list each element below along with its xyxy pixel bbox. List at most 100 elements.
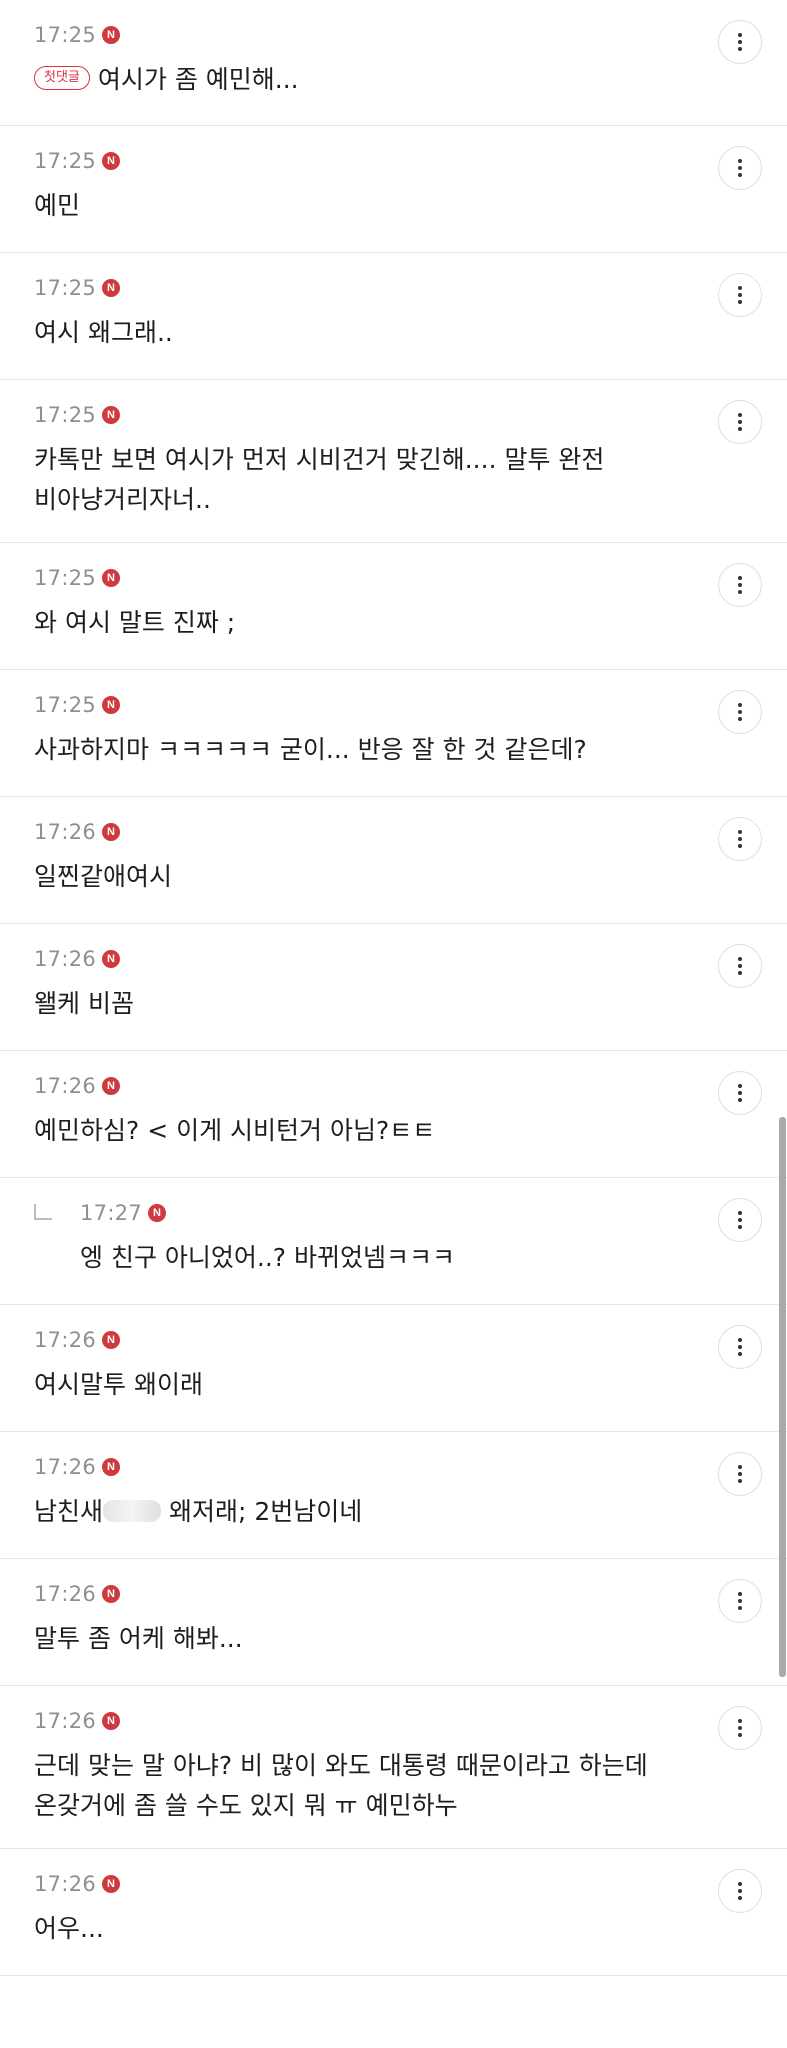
comment-body: 여시말투 왜이래 [34,1365,677,1405]
first-comment-badge: 첫댓글 [34,66,90,90]
more-vertical-icon [738,1083,742,1104]
comment-item: 17:25 N 와 여시 말트 진짜 ; [0,543,787,670]
new-badge-icon: N [102,1458,121,1476]
comment-meta: 17:25 N [34,146,677,176]
comment-meta: 17:25 N [34,400,677,430]
comment-meta: 17:25 N [34,563,677,593]
comment-body: 일찐같애여시 [34,857,677,897]
comment-time: 17:26 [34,1709,97,1733]
comment-text: 왜저래; 2번남이네 [161,1497,363,1526]
comment-item: 17:25 N 첫댓글 여시가 좀 예민해... [0,0,787,126]
comment-text: 사과하지마 ㅋㅋㅋㅋㅋ 굳이... 반응 잘 한 것 같은데? [34,735,587,764]
comment-time: 17:25 [34,566,97,590]
comment-item: 17:26 N 여시말투 왜이래 [0,1305,787,1432]
comment-body: 첫댓글 여시가 좀 예민해... [34,60,677,100]
comment-item: 17:26 N 예민하심? < 이게 시비턴거 아님?ㅌㅌ [0,1051,787,1178]
comment-body: 근데 맞는 말 아냐? 비 많이 와도 대통령 때문이라고 하는데 온갖거에 좀… [34,1746,677,1826]
new-badge-icon: N [102,152,121,170]
comment-body: 카톡만 보면 여시가 먼저 시비건거 맞긴해.... 말투 완전 비아냥거리자너… [34,440,677,520]
comment-meta: 17:26 N [34,1579,677,1609]
more-vertical-icon [738,1210,742,1231]
new-badge-icon: N [102,279,121,297]
new-badge-icon: N [102,1585,121,1603]
comment-meta: 17:27 N [80,1198,677,1228]
more-vertical-icon [738,412,742,433]
more-options-button[interactable] [718,563,762,607]
reply-comment-item: 17:27 N 엥 친구 아니었어..? 바뀌었넴ㅋㅋㅋ [0,1178,787,1305]
more-options-button[interactable] [718,20,762,64]
more-options-button[interactable] [718,817,762,861]
comment-text: 여시 왜그래.. [34,318,173,347]
comment-meta: 17:26 N [34,817,677,847]
comment-item: 17:26 N 어우... [0,1849,787,1976]
comment-item: 17:25 N 카톡만 보면 여시가 먼저 시비건거 맞긴해.... 말투 완전 비… [0,380,787,543]
new-badge-icon: N [102,26,121,44]
more-options-button[interactable] [718,1452,762,1496]
comment-meta: 17:26 N [34,1452,677,1482]
comment-item: 17:25 N 사과하지마 ㅋㅋㅋㅋㅋ 굳이... 반응 잘 한 것 같은데? [0,670,787,797]
comment-text: 말투 좀 어케 해봐... [34,1624,243,1653]
comment-body: 사과하지마 ㅋㅋㅋㅋㅋ 굳이... 반응 잘 한 것 같은데? [34,730,677,770]
more-vertical-icon [738,1337,742,1358]
more-options-button[interactable] [718,944,762,988]
more-vertical-icon [738,1591,742,1612]
comment-meta: 17:26 N [34,1071,677,1101]
new-badge-icon: N [102,823,121,841]
scrollbar[interactable] [779,1117,786,1677]
more-options-button[interactable] [718,1325,762,1369]
comment-time: 17:26 [34,820,97,844]
comment-body: 와 여시 말트 진짜 ; [34,603,677,643]
new-badge-icon: N [102,569,121,587]
comment-text: 와 여시 말트 진짜 ; [34,608,236,637]
more-options-button[interactable] [718,273,762,317]
comment-body: 왤케 비꼼 [34,984,677,1024]
comment-text: 엥 친구 아니었어..? 바뀌었넴ㅋㅋㅋ [80,1243,456,1272]
more-options-button[interactable] [718,400,762,444]
comment-time: 17:26 [34,1582,97,1606]
comment-time: 17:26 [34,1455,97,1479]
comment-time: 17:26 [34,1074,97,1098]
more-vertical-icon [738,158,742,179]
comment-text: 여시말투 왜이래 [34,1370,203,1399]
more-vertical-icon [738,32,742,53]
comment-meta: 17:25 N [34,690,677,720]
comment-time: 17:26 [34,1872,97,1896]
comment-time: 17:25 [34,693,97,717]
comment-body: 예민 [34,186,677,226]
more-vertical-icon [738,1464,742,1485]
more-options-button[interactable] [718,1869,762,1913]
more-vertical-icon [738,1718,742,1739]
more-options-button[interactable] [718,1071,762,1115]
comment-item: 17:26 N 말투 좀 어케 해봐... [0,1559,787,1686]
more-options-button[interactable] [718,690,762,734]
comment-text: 카톡만 보면 여시가 먼저 시비건거 맞긴해.... 말투 완전 비아냥거리자너… [34,445,605,514]
more-options-button[interactable] [718,1706,762,1750]
more-vertical-icon [738,285,742,306]
more-options-button[interactable] [718,1579,762,1623]
blurred-text [103,1500,162,1522]
comment-meta: 17:26 N [34,944,677,974]
comment-item: 17:26 N 왤케 비꼼 [0,924,787,1051]
new-badge-icon: N [102,950,121,968]
more-vertical-icon [738,1881,742,1902]
new-badge-icon: N [102,1712,121,1730]
more-options-button[interactable] [718,1198,762,1242]
comment-item: 17:26 N 근데 맞는 말 아냐? 비 많이 와도 대통령 때문이라고 하는데 … [0,1686,787,1849]
more-vertical-icon [738,702,742,723]
comment-body: 남친새 왜저래; 2번남이네 [34,1492,677,1532]
comment-body: 예민하심? < 이게 시비턴거 아님?ㅌㅌ [34,1111,677,1151]
comment-text: 일찐같애여시 [34,862,173,891]
comment-text: 왤케 비꼼 [34,989,134,1018]
comment-body: 여시 왜그래.. [34,313,677,353]
comment-time: 17:27 [80,1201,143,1225]
more-options-button[interactable] [718,146,762,190]
comment-time: 17:26 [34,1328,97,1352]
new-badge-icon: N [148,1204,167,1222]
more-vertical-icon [738,829,742,850]
comment-text: 여시가 좀 예민해... [97,65,299,94]
comment-meta: 17:25 N [34,273,677,303]
new-badge-icon: N [102,696,121,714]
comment-item: 17:26 N 남친새 왜저래; 2번남이네 [0,1432,787,1559]
more-vertical-icon [738,575,742,596]
comment-text: 예민 [34,191,81,220]
